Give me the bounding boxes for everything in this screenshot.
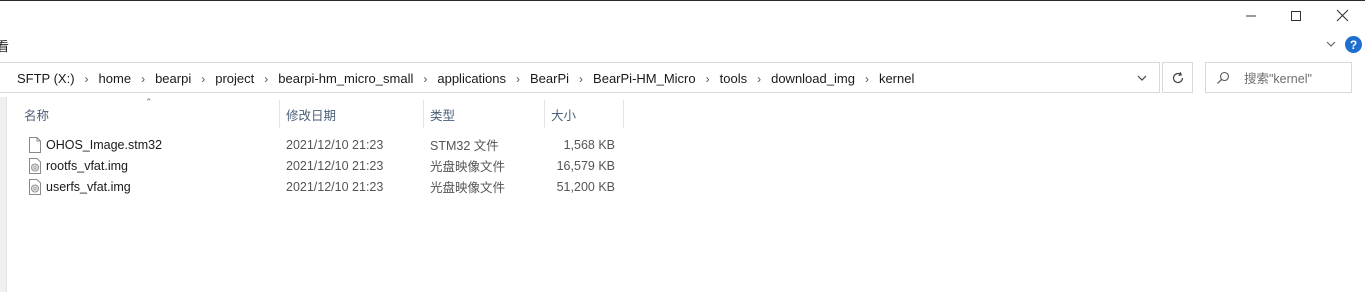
breadcrumb-separator-chevron-icon[interactable]: ›: [700, 72, 716, 86]
breadcrumb-item[interactable]: download_img: [767, 71, 859, 86]
file-type: STM32 文件: [430, 139, 499, 153]
file-list: OHOS_Image.stm32 2021/12/10 21:23 STM32 …: [0, 134, 640, 197]
refresh-icon: [1172, 71, 1183, 83]
address-history-chevron-icon[interactable]: [1135, 71, 1149, 85]
column-header-size-label: 大小: [551, 108, 577, 123]
breadcrumb-item[interactable]: tools: [716, 71, 751, 86]
expand-ribbon-chevron-icon[interactable]: [1324, 37, 1338, 51]
breadcrumb-item[interactable]: project: [211, 71, 258, 86]
maximize-icon: [1291, 10, 1301, 21]
file-size: 16,579 KB: [556, 158, 615, 173]
address-row: SFTP (X:) › home › bearpi › project › bearpi-hm_…: [0, 62, 1365, 95]
breadcrumb-separator-chevron-icon[interactable]: ›: [859, 72, 875, 86]
window-top-border: [0, 0, 1365, 1]
breadcrumb-item[interactable]: applications: [433, 71, 510, 86]
refresh-button[interactable]: [1162, 62, 1193, 93]
column-header-date[interactable]: 修改日期: [280, 100, 423, 128]
column-header-size[interactable]: 大小: [545, 100, 623, 128]
breadcrumb-separator-chevron-icon[interactable]: ›: [573, 72, 589, 86]
file-date: 2021/12/10 21:23: [286, 137, 384, 152]
file-type: 光盘映像文件: [430, 181, 506, 195]
search-icon: [1217, 71, 1230, 84]
breadcrumb-item[interactable]: bearpi: [151, 71, 195, 86]
breadcrumb-item[interactable]: kernel: [875, 71, 918, 86]
sort-ascending-icon: ⌃: [145, 97, 153, 107]
minimize-icon: [1246, 15, 1256, 16]
file-icon: [27, 136, 43, 153]
file-row[interactable]: OHOS_Image.stm32 2021/12/10 21:23 STM32 …: [0, 134, 640, 155]
search-placeholder: 搜索"kernel": [1244, 72, 1312, 86]
minimize-button[interactable]: [1228, 0, 1274, 31]
column-header-date-label: 修改日期: [286, 108, 337, 123]
disc-image-icon: [27, 178, 43, 195]
file-name: userfs_vfat.img: [46, 179, 131, 194]
maximize-button[interactable]: [1273, 0, 1319, 31]
breadcrumb-item[interactable]: home: [95, 71, 136, 86]
help-button[interactable]: ?: [1345, 36, 1362, 53]
breadcrumb-separator-chevron-icon[interactable]: ›: [79, 72, 95, 86]
column-header-name-label: 名称: [24, 108, 50, 123]
breadcrumb-separator-chevron-icon[interactable]: ›: [510, 72, 526, 86]
file-name: rootfs_vfat.img: [46, 158, 128, 173]
disc-image-icon: [27, 157, 43, 174]
file-size: 51,200 KB: [556, 179, 615, 194]
breadcrumb-separator-chevron-icon[interactable]: ›: [135, 72, 151, 86]
breadcrumb-item[interactable]: BearPi: [526, 71, 573, 86]
column-header-type[interactable]: 类型: [424, 100, 544, 128]
breadcrumb-separator-chevron-icon[interactable]: ›: [417, 72, 433, 86]
breadcrumb-item[interactable]: bearpi-hm_micro_small: [274, 71, 417, 86]
breadcrumb-separator-chevron-icon[interactable]: ›: [751, 72, 767, 86]
close-icon: [1336, 9, 1348, 22]
file-date: 2021/12/10 21:23: [286, 158, 384, 173]
file-row[interactable]: rootfs_vfat.img 2021/12/10 21:23 光盘映像文件 …: [0, 155, 640, 176]
column-divider[interactable]: [623, 100, 624, 128]
file-type: 光盘映像文件: [430, 160, 506, 174]
close-button[interactable]: [1319, 0, 1365, 31]
breadcrumb: SFTP (X:) › home › bearpi › project › bearpi-hm_…: [13, 63, 918, 94]
breadcrumb-item[interactable]: BearPi-HM_Micro: [589, 71, 700, 86]
file-date: 2021/12/10 21:23: [286, 179, 384, 194]
breadcrumb-item[interactable]: SFTP (X:): [13, 71, 79, 86]
search-box[interactable]: 搜索"kernel": [1205, 62, 1352, 93]
address-bar[interactable]: SFTP (X:) › home › bearpi › project › bearpi-hm_…: [0, 62, 1160, 93]
file-size: 1,568 KB: [563, 137, 615, 152]
breadcrumb-separator-chevron-icon[interactable]: ›: [195, 72, 211, 86]
file-row[interactable]: userfs_vfat.img 2021/12/10 21:23 光盘映像文件 …: [0, 176, 640, 197]
ribbon-view-tab[interactable]: 看: [0, 36, 9, 55]
column-headers: 名称 ⌃ 修改日期 类型 大小: [0, 97, 640, 128]
column-header-type-label: 类型: [430, 108, 456, 123]
breadcrumb-separator-chevron-icon[interactable]: ›: [258, 72, 274, 86]
file-name: OHOS_Image.stm32: [46, 137, 163, 152]
